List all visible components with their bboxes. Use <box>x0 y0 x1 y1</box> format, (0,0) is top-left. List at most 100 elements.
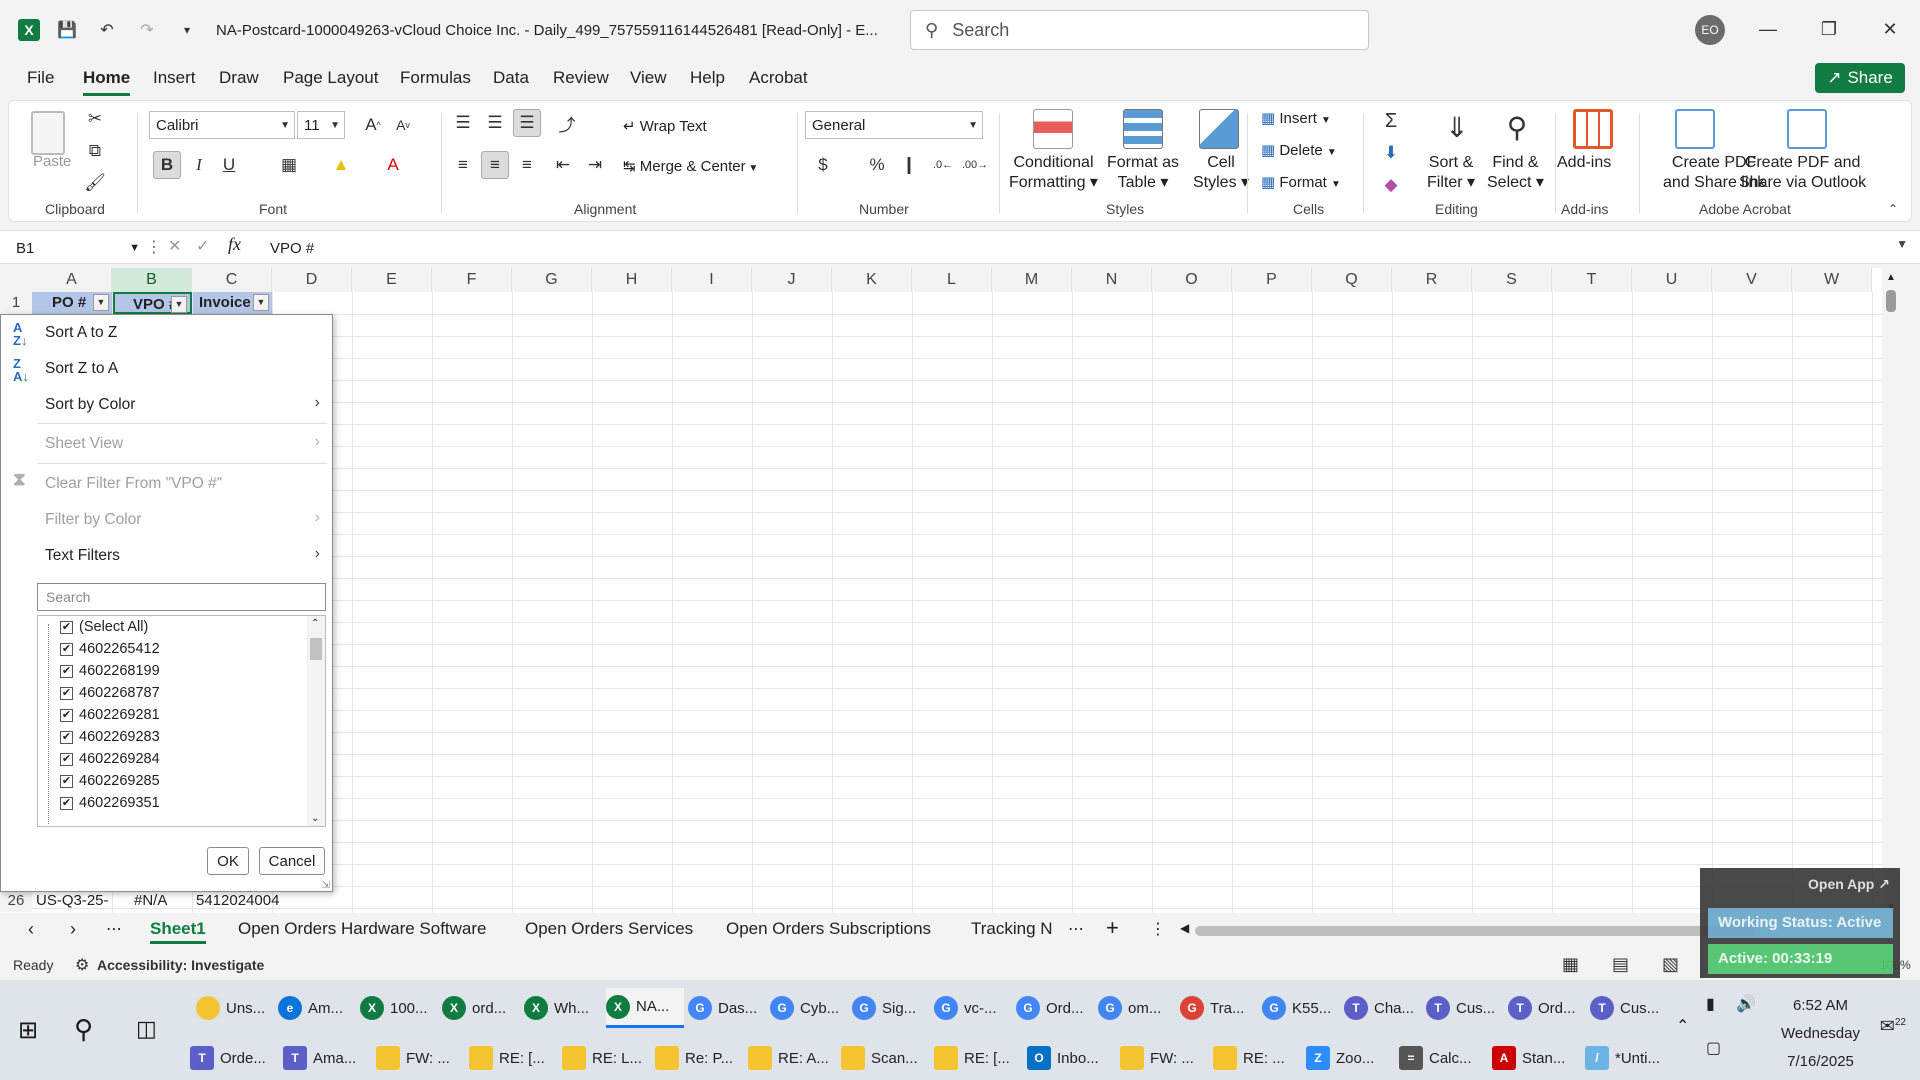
taskbar-search-icon[interactable]: ⚲ <box>74 1014 93 1045</box>
taskbar-app[interactable]: X NA... <box>606 988 684 1028</box>
increase-decimal-icon[interactable]: .0← <box>929 151 957 179</box>
decrease-font-icon[interactable]: Av <box>389 111 417 139</box>
italic-icon[interactable]: I <box>185 151 213 179</box>
taskbar-app[interactable]: Gvc-... <box>934 988 1012 1028</box>
header-cell-invoice[interactable]: Invoice ▼ <box>193 292 272 314</box>
options-icon[interactable]: ⋮ <box>1150 919 1166 939</box>
header-cell-vpo[interactable]: VPO # ▼ <box>113 292 192 314</box>
font-color-icon[interactable]: A <box>379 151 407 179</box>
taskbar-app[interactable]: Z Zoo... <box>1306 1038 1395 1078</box>
taskbar-app[interactable]: Re: P... <box>655 1038 744 1078</box>
formula-input[interactable]: VPO # <box>270 235 314 261</box>
filter-value-item[interactable]: ✔ 4602269285 <box>60 770 160 792</box>
column-header-j[interactable]: J <box>752 268 832 292</box>
taskbar-app[interactable]: T Cus... <box>1426 988 1504 1028</box>
scroll-up-icon[interactable]: ▲ <box>1886 272 1896 283</box>
restore-icon[interactable]: ❐ <box>1814 14 1844 44</box>
show-hidden-icons-icon[interactable]: ⌃ <box>1676 1016 1689 1036</box>
filter-value-item[interactable]: ✔ 4602269281 <box>60 704 160 726</box>
checkbox-checked-icon[interactable]: ✔ <box>60 620 73 634</box>
column-header-c[interactable]: C <box>192 268 272 292</box>
task-view-icon[interactable]: ◫ <box>136 1016 157 1042</box>
volume-icon[interactable]: 🔊 <box>1736 994 1756 1014</box>
checkbox-checked-icon[interactable]: ✔ <box>60 686 73 700</box>
fill-color-icon[interactable]: ▲ <box>327 151 355 179</box>
fill-icon[interactable]: ⬇ <box>1377 139 1405 167</box>
more-sheets-icon[interactable]: ⋯ <box>106 919 122 939</box>
insert-cells-button[interactable]: ▦ Insert ▼ <box>1261 109 1331 127</box>
fx-icon[interactable]: fx <box>228 234 241 255</box>
sort-filter-button[interactable]: Sort & Filter ▾ <box>1427 153 1475 193</box>
column-header-s[interactable]: S <box>1472 268 1552 292</box>
row-header-26[interactable]: 26 <box>0 890 32 912</box>
filter-value-item[interactable]: ✔ 4602269351 <box>60 792 160 814</box>
battery-icon[interactable]: ▮ <box>1706 994 1715 1014</box>
column-header-r[interactable]: R <box>1392 268 1472 292</box>
vertical-scrollbar[interactable]: ▲ ▼ <box>1882 268 1900 913</box>
taskbar-app[interactable]: FW: ... <box>1120 1038 1209 1078</box>
page-layout-view-icon[interactable]: ▤ <box>1612 954 1629 975</box>
taskbar-app[interactable]: T Ord... <box>1508 988 1586 1028</box>
system-clock[interactable]: 6:52 AM Wednesday 7/16/2025 <box>1781 992 1860 1076</box>
taskbar-app[interactable]: e Am... <box>278 988 356 1028</box>
column-header-f[interactable]: F <box>432 268 512 292</box>
column-header-i[interactable]: I <box>672 268 752 292</box>
cut-icon[interactable]: ✂ <box>81 105 109 133</box>
taskbar-app[interactable]: G Das... <box>688 988 766 1028</box>
filter-value-item[interactable]: ✔ 4602269284 <box>60 748 160 770</box>
conditional-formatting-icon[interactable] <box>1033 109 1073 149</box>
undo-icon[interactable]: ↶ <box>94 17 120 43</box>
underline-icon[interactable]: U <box>215 151 243 179</box>
resize-grip-icon[interactable]: ⇲ <box>322 880 330 891</box>
align-middle-icon[interactable]: ☰ <box>481 109 509 137</box>
tab-data[interactable]: Data <box>493 68 529 88</box>
merge-center-button[interactable]: ↹ Merge & Center ▼ <box>623 157 758 175</box>
ok-button[interactable]: OK <box>207 847 249 875</box>
checkbox-checked-icon[interactable]: ✔ <box>60 774 73 788</box>
column-header-o[interactable]: O <box>1152 268 1232 292</box>
column-header-k[interactable]: K <box>832 268 912 292</box>
find-select-icon[interactable]: ⚲ <box>1497 107 1537 147</box>
sort-filter-icon[interactable]: ⇓ <box>1437 107 1477 147</box>
cancel-icon[interactable]: ✕ <box>168 236 181 256</box>
column-header-u[interactable]: U <box>1632 268 1712 292</box>
enter-icon[interactable]: ✓ <box>196 236 209 256</box>
page-break-view-icon[interactable]: ▧ <box>1662 954 1679 975</box>
tab-view[interactable]: View <box>630 68 667 88</box>
taskbar-app[interactable]: Xord... <box>442 988 520 1028</box>
column-header-e[interactable]: E <box>352 268 432 292</box>
tab-acrobat[interactable]: Acrobat <box>749 68 808 88</box>
taskbar-app[interactable]: / *Unti... <box>1585 1038 1674 1078</box>
pdf-outlook-icon[interactable] <box>1787 109 1827 149</box>
align-right-icon[interactable]: ≡ <box>513 151 541 179</box>
column-header-a[interactable]: A <box>32 268 112 292</box>
cell-c26[interactable]: 5412024004 <box>196 892 296 909</box>
network-icon[interactable]: ▢ <box>1706 1038 1721 1058</box>
format-as-table-icon[interactable] <box>1123 109 1163 149</box>
column-header-q[interactable]: Q <box>1312 268 1392 292</box>
percent-icon[interactable]: % <box>863 151 891 179</box>
header-cell-po[interactable]: PO # ▼ <box>32 292 112 314</box>
number-format-select[interactable]: General ▼ <box>805 111 983 139</box>
format-cells-button[interactable]: ▦ Format ▼ <box>1261 173 1341 191</box>
filter-value-select-all[interactable]: ✔ (Select All) <box>60 616 148 638</box>
conditional-formatting-button[interactable]: Conditional Formatting ▾ <box>1009 153 1098 193</box>
cell-styles-button[interactable]: Cell Styles ▾ <box>1193 153 1249 193</box>
open-app-link[interactable]: Open App ↗ <box>1808 876 1890 893</box>
font-name-select[interactable]: Calibri ▼ <box>149 111 295 139</box>
column-header-v[interactable]: V <box>1712 268 1792 292</box>
notifications-icon[interactable]: ✉22 <box>1880 1016 1906 1037</box>
close-icon[interactable]: ✕ <box>1875 14 1905 44</box>
name-box[interactable]: B1 ▼ <box>10 235 140 261</box>
taskbar-app[interactable]: G Sig... <box>852 988 930 1028</box>
column-header-b[interactable]: B <box>112 268 192 292</box>
taskbar-app[interactable]: Uns... <box>196 988 274 1028</box>
checkbox-checked-icon[interactable]: ✔ <box>60 642 73 656</box>
wrap-text-button[interactable]: ↵ Wrap Text <box>623 117 707 135</box>
taskbar-app[interactable]: G Tra... <box>1180 988 1258 1028</box>
clear-icon[interactable]: ◆ <box>1377 171 1405 199</box>
tab-home[interactable]: Home <box>83 68 131 96</box>
taskbar-app[interactable]: X 100... <box>360 988 438 1028</box>
taskbar-app[interactable]: G K55... <box>1262 988 1340 1028</box>
tab-page-layout[interactable]: Page Layout <box>283 68 378 88</box>
